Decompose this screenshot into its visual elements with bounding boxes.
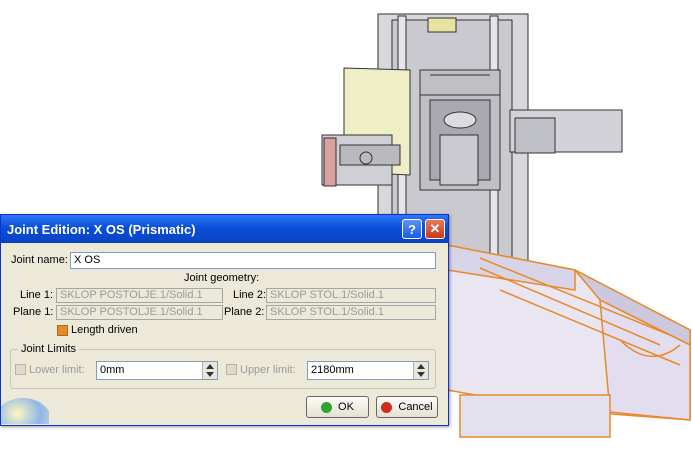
line1-label: Line 1: — [20, 289, 54, 301]
plane1-label: Plane 1: — [13, 306, 54, 318]
joint-name-label: Joint name: — [11, 254, 68, 266]
upper-limit-spin-arrows-icon[interactable] — [413, 362, 428, 379]
help-button[interactable]: ? — [402, 219, 422, 239]
joint-name-input[interactable]: X OS — [70, 252, 436, 269]
ok-button[interactable]: OK — [306, 396, 369, 418]
plane2-label: Plane 2: — [224, 306, 265, 318]
joint-edition-dialog: Joint Edition: X OS (Prismatic) ? ✕ — [0, 214, 449, 426]
lower-limit-spinner[interactable]: 0mm — [96, 361, 218, 380]
dialog-titlebar[interactable]: Joint Edition: X OS (Prismatic) ? ✕ — [1, 215, 448, 243]
length-driven-label: Length driven — [71, 324, 138, 336]
globe-decoration-icon — [1, 398, 49, 424]
lower-limit-label: Lower limit: — [29, 364, 85, 376]
upper-limit-value: 2180mm — [311, 364, 354, 376]
base-table-highlight[interactable] — [446, 244, 691, 438]
joint-limits-label: Joint Limits — [18, 343, 80, 355]
plane2-field[interactable]: SKLOP STOL.1/Solid.1 — [266, 305, 436, 320]
ok-icon — [321, 401, 333, 413]
close-button[interactable]: ✕ — [425, 219, 445, 239]
line2-field[interactable]: SKLOP STOL.1/Solid.1 — [266, 288, 436, 303]
line2-label: Line 2: — [233, 289, 267, 301]
lower-limit-checkbox[interactable] — [15, 364, 26, 375]
lower-limit-spin-arrows-icon[interactable] — [202, 362, 217, 379]
upper-limit-spinner[interactable]: 2180mm — [307, 361, 429, 380]
line1-field[interactable]: SKLOP POSTOLJE.1/Solid.1 — [56, 288, 223, 303]
lower-limit-value: 0mm — [100, 364, 125, 376]
upper-limit-label: Upper limit: — [240, 364, 296, 376]
cancel-icon — [381, 401, 393, 413]
joint-geometry-label: Joint geometry: — [184, 272, 260, 284]
ok-label: OK — [338, 401, 354, 413]
cancel-label: Cancel — [398, 401, 433, 413]
cancel-button[interactable]: Cancel — [376, 396, 438, 418]
length-driven-checkbox[interactable] — [57, 325, 68, 336]
upper-limit-checkbox[interactable] — [226, 364, 237, 375]
dialog-title: Joint Edition: X OS (Prismatic) — [7, 221, 196, 237]
plane1-field[interactable]: SKLOP POSTOLJE.1/Solid.1 — [56, 305, 223, 320]
